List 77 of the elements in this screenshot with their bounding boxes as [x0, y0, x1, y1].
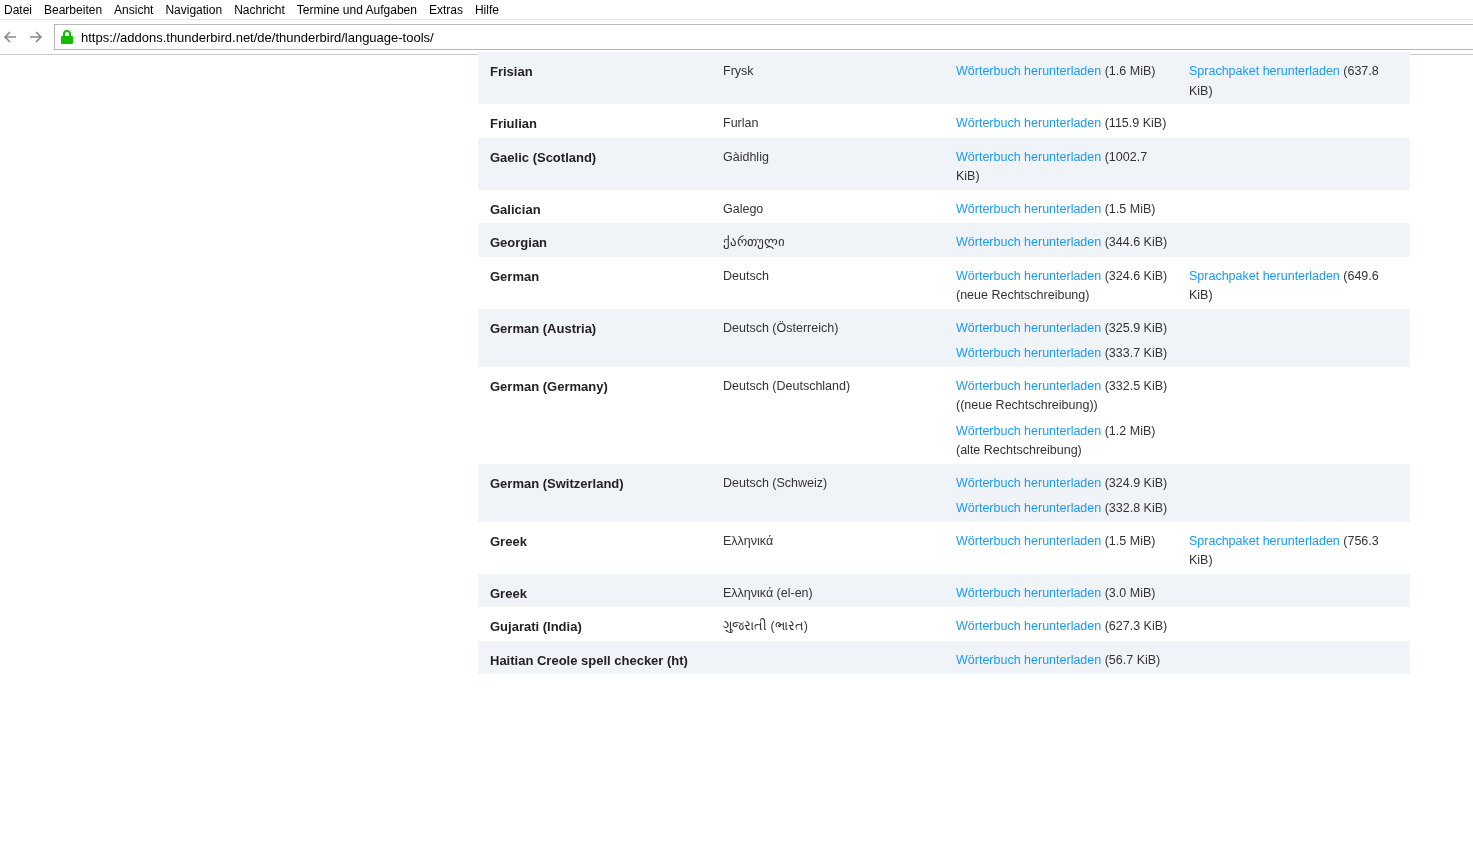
native-language-name: Gàidhlig [723, 149, 769, 164]
menu-item[interactable]: Nachricht [228, 2, 291, 17]
download-dictionary-link[interactable]: Wörterbuch herunterladen [956, 423, 1102, 438]
menu-item[interactable]: Datei [0, 2, 38, 17]
download-language-pack-link[interactable]: Sprachpaket herunterladen [1189, 533, 1340, 548]
dictionary-download-text: Wörterbuch herunterladen (1.5 MiB) [956, 200, 1157, 218]
dictionary-download-text: Wörterbuch herunterladen (1.6 MiB) [956, 63, 1157, 80]
language-name: Haitian Creole spell checker (ht) [490, 652, 688, 668]
download-dictionary-link[interactable]: Wörterbuch herunterladen [956, 533, 1102, 548]
native-language-name: Ελληνικά (el-en) [723, 585, 813, 600]
menu-item[interactable]: Extras [422, 2, 469, 17]
language-name: Greek [490, 585, 527, 601]
download-dictionary-link[interactable]: Wörterbuch herunterladen [956, 619, 1102, 633]
language-name: Greek [490, 533, 527, 549]
language-pack-download-text: Sprachpaket herunterladen (756.3 KiB) [1189, 532, 1380, 569]
dictionary-download-text: Wörterbuch herunterladen (324.9 KiB) [956, 474, 1169, 492]
dictionary-download-text: Wörterbuch herunterladen (332.8 KiB) [956, 500, 1169, 517]
language-name: German (Germany) [490, 378, 608, 394]
native-language-name: ગુજરાતી (ભારત) [723, 619, 808, 633]
language-name: Georgian [490, 235, 548, 250]
dictionary-download-text: Wörterbuch herunterladen (325.9 KiB) [956, 319, 1169, 337]
language-name: Frisian [490, 64, 533, 79]
native-language-name: Deutsch [723, 268, 769, 283]
language-name: Gaelic (Scotland) [490, 149, 597, 165]
language-name: Friulian [490, 116, 537, 131]
dictionary-download-text: Wörterbuch herunterladen (115.9 KiB) [956, 115, 1168, 132]
dictionary-note: ((neue Rechtschreibung)) [956, 397, 1099, 414]
download-dictionary-link[interactable]: Wörterbuch herunterladen [956, 64, 1102, 78]
dictionary-download-text: Wörterbuch herunterladen (3.0 MiB) [956, 584, 1157, 602]
dictionary-note: (alte Rechtschreibung) [956, 442, 1083, 459]
download-language-pack-link[interactable]: Sprachpaket herunterladen [1189, 64, 1340, 78]
dictionary-download-text: Wörterbuch herunterladen (332.5 KiB) [956, 377, 1169, 395]
language-name: German (Switzerland) [490, 475, 624, 491]
dictionary-download-text: Wörterbuch herunterladen (1.5 MiB) [956, 532, 1157, 550]
menu-item[interactable]: Hilfe [468, 2, 505, 17]
download-dictionary-link[interactable]: Wörterbuch herunterladen [956, 116, 1102, 130]
download-dictionary-link[interactable]: Wörterbuch herunterladen [956, 501, 1102, 515]
native-language-name: Ελληνικά [723, 533, 774, 548]
download-dictionary-link[interactable]: Wörterbuch herunterladen [956, 346, 1102, 360]
language-name: Galician [490, 201, 541, 217]
dictionary-note: (neue Rechtschreibung) [956, 287, 1091, 304]
menu-item[interactable]: Navigation [159, 2, 229, 17]
native-language-name: Furlan [723, 116, 759, 130]
language-pack-download-text: Sprachpaket herunterladen (637.8 KiB) [1189, 63, 1380, 100]
download-dictionary-link[interactable]: Wörterbuch herunterladen [956, 378, 1102, 393]
forward-arrow-icon[interactable] [28, 29, 44, 45]
menu-item[interactable]: Ansicht [108, 2, 160, 17]
dictionary-download-text: Wörterbuch herunterladen (627.3 KiB) [956, 618, 1169, 635]
native-language-name: Frysk [723, 64, 754, 78]
download-dictionary-link[interactable]: Wörterbuch herunterladen [956, 652, 1102, 667]
download-language-pack-link[interactable]: Sprachpaket herunterladen [1189, 268, 1340, 283]
dictionary-download-text: Wörterbuch herunterladen (344.6 KiB) [956, 234, 1169, 251]
native-language-name: Deutsch (Schweiz) [723, 475, 828, 490]
dictionary-download-text: Wörterbuch herunterladen (1002.7 KiB) [956, 148, 1149, 185]
download-dictionary-link[interactable]: Wörterbuch herunterladen [956, 201, 1102, 216]
dictionary-download-text: Wörterbuch herunterladen (324.6 KiB) [956, 267, 1169, 285]
menu-item[interactable]: Termine und Aufgaben [290, 2, 423, 17]
dictionary-download-text: Wörterbuch herunterladen (333.7 KiB) [956, 345, 1169, 362]
language-name: German [490, 268, 540, 284]
download-dictionary-link[interactable]: Wörterbuch herunterladen [956, 475, 1102, 490]
language-name: German (Austria) [490, 320, 597, 336]
back-arrow-icon[interactable] [2, 29, 18, 45]
download-dictionary-link[interactable]: Wörterbuch herunterladen [956, 585, 1102, 600]
language-name: Gujarati (India) [490, 619, 582, 634]
language-pack-download-text: Sprachpaket herunterladen (649.6 KiB) [1189, 267, 1380, 304]
download-dictionary-link[interactable]: Wörterbuch herunterladen [956, 235, 1102, 249]
address-field[interactable]: https://addons.thunderbird.net/de/thunderbird/language-tools/ [54, 24, 1473, 50]
dictionary-download-text: Wörterbuch herunterladen (56.7 KiB) [956, 651, 1162, 669]
native-language-name: ქართული [723, 235, 785, 249]
native-language-name: Deutsch (Deutschland) [723, 378, 851, 393]
download-dictionary-link[interactable]: Wörterbuch herunterladen [956, 320, 1102, 335]
download-dictionary-link[interactable]: Wörterbuch herunterladen [956, 268, 1102, 283]
download-dictionary-link[interactable]: Wörterbuch herunterladen [956, 149, 1102, 164]
native-language-name: Deutsch (Österreich) [723, 320, 839, 335]
native-language-name: Galego [723, 201, 764, 216]
dictionary-download-text: Wörterbuch herunterladen (1.2 MiB) [956, 422, 1157, 440]
menu-item[interactable]: Bearbeiten [38, 2, 109, 17]
